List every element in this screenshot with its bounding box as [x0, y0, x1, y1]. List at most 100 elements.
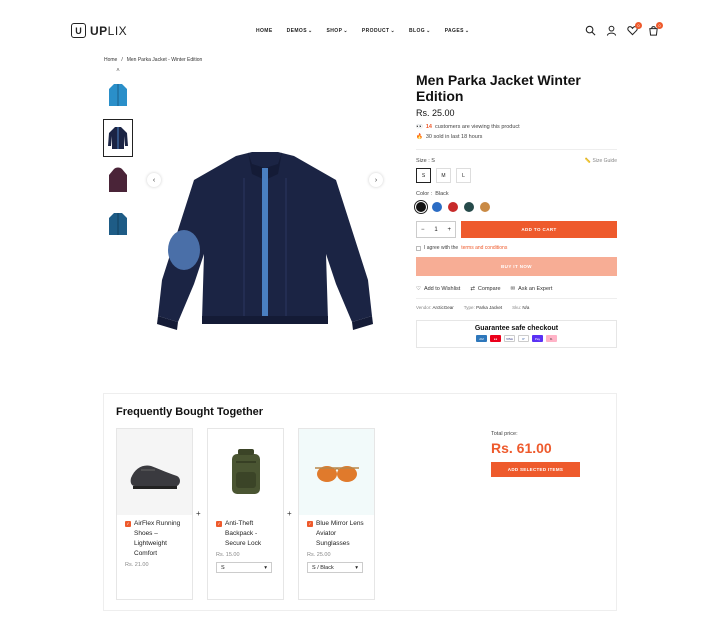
color-options — [414, 200, 617, 214]
fbt-total: Total price: Rs. 61.00 ADD SELECTED ITEM… — [491, 431, 580, 477]
logo-text: UPLIX — [90, 23, 128, 38]
chevron-down-icon: ⌄ — [343, 28, 348, 34]
fbt-item-name: Blue Mirror Lens Aviator Sunglasses — [316, 520, 364, 547]
product-actions: ♡ Add to Wishlist ⇄ Compare ✉ Ask an Expert — [416, 286, 617, 292]
vendor: Vendor: ArcticGear — [416, 305, 454, 310]
thumbnail-gallery: ˄ — [103, 68, 133, 248]
breadcrumb-home[interactable]: Home — [104, 57, 117, 63]
thumbnail-blue-jacket[interactable] — [103, 76, 133, 114]
nav-home[interactable]: HOME — [256, 28, 273, 34]
wishlist-icon[interactable]: 0 — [627, 22, 642, 36]
fire-icon: 🔥 — [416, 134, 423, 140]
logo-mark: U — [71, 23, 86, 38]
chevron-down-icon: ⌄ — [426, 28, 431, 34]
color-selected: Black — [435, 191, 449, 197]
chevron-up-icon[interactable]: ˄ — [103, 68, 133, 76]
fbt-title: Frequently Bought Together — [116, 406, 264, 418]
image-prev-button[interactable]: ‹ — [147, 173, 161, 187]
breadcrumb-current: Men Parka Jacket - Winter Edition — [126, 57, 203, 63]
plus-icon[interactable]: + — [447, 227, 451, 233]
site-header: U UPLIX HOME DEMOS ⌄ SHOP ⌄ PRODUCT ⌄ BLOG ⌄… — [0, 0, 720, 60]
fbt-item-name: Anti-Theft Backpack - Secure Lock — [225, 520, 262, 547]
quantity-value: 1 — [434, 226, 438, 233]
user-icon[interactable] — [606, 25, 617, 36]
color-swatch-red[interactable] — [448, 202, 458, 212]
image-next-button[interactable]: › — [369, 173, 383, 187]
thumbnail-teal-jacket[interactable] — [103, 205, 133, 243]
add-to-wishlist-button[interactable]: ♡ Add to Wishlist — [416, 286, 460, 292]
color-swatch-blue[interactable] — [432, 202, 442, 212]
terms-link[interactable]: terms and conditions — [461, 245, 507, 251]
color-swatch-teal[interactable] — [464, 202, 474, 212]
fbt-item-checkbox[interactable]: ✓ — [307, 521, 313, 527]
main-nav: HOME DEMOS ⌄ SHOP ⌄ PRODUCT ⌄ BLOG ⌄ PAGES ⌄ — [256, 28, 469, 34]
nav-demos[interactable]: DEMOS ⌄ — [287, 28, 313, 34]
size-guide-link[interactable]: 📏 Size Guide — [585, 158, 617, 164]
klarna-icon: K. — [546, 335, 557, 342]
fbt-item-checkbox[interactable]: ✓ — [216, 521, 222, 527]
sunglasses-image — [299, 429, 374, 515]
buy-now-button[interactable]: BUY IT NOW — [416, 257, 617, 276]
mastercard-icon: ●● — [490, 335, 501, 342]
header-icons: 0 0 — [585, 22, 663, 36]
fbt-variant-select[interactable]: S ▾ — [216, 562, 272, 573]
ask-expert-button[interactable]: ✉ Ask an Expert — [511, 286, 553, 292]
terms-checkbox[interactable] — [416, 245, 421, 251]
minus-icon[interactable]: − — [421, 227, 425, 233]
quantity-stepper[interactable]: − 1 + — [416, 221, 456, 238]
caret-down-icon: ▾ — [355, 564, 358, 571]
add-selected-items-button[interactable]: ADD SELECTED ITEMS — [491, 462, 580, 477]
guarantee-box: Guarantee safe checkout AM ●● VISA P Pay… — [416, 320, 617, 348]
logo[interactable]: U UPLIX — [71, 23, 127, 38]
paypal-icon: P — [518, 335, 529, 342]
viewing-text: customers are viewing this product — [434, 124, 520, 130]
mail-icon: ✉ — [510, 286, 516, 292]
fbt-item-sunglasses: ✓ Blue Mirror Lens Aviator Sunglasses Rs.… — [298, 428, 375, 600]
add-to-cart-button[interactable]: ADD TO CART — [461, 221, 617, 238]
nav-pages[interactable]: PAGES ⌄ — [445, 28, 470, 34]
size-selected: S — [431, 158, 435, 164]
payment-icons: AM ●● VISA P Pay K. — [417, 335, 616, 342]
breadcrumb: Home / Men Parka Jacket - Winter Edition — [104, 57, 202, 63]
thumbnail-navy-sweater[interactable] — [103, 119, 133, 157]
chevron-down-icon: ⌄ — [464, 28, 470, 34]
color-swatch-black[interactable] — [414, 200, 428, 214]
guarantee-title: Guarantee safe checkout — [474, 325, 559, 332]
fbt-item-checkbox[interactable]: ✓ — [125, 521, 131, 527]
shoes-image — [117, 429, 192, 515]
sold-notice: 🔥 30 sold in last 18 hours — [416, 134, 617, 140]
thumbnail-purple-hoodie[interactable] — [103, 162, 133, 200]
amex-icon: AM — [476, 335, 487, 342]
nav-shop[interactable]: SHOP ⌄ — [327, 28, 348, 34]
frequently-bought-together: Frequently Bought Together ✓ AirFlex Runn… — [103, 393, 617, 611]
fbt-item-backpack: ✓ Anti-Theft Backpack - Secure Lock Rs. 1… — [207, 428, 284, 600]
size-option-l[interactable]: L — [456, 168, 471, 183]
heart-icon: ♡ — [416, 286, 421, 292]
sold-text: 30 sold in last 18 hours — [425, 134, 483, 140]
ruler-icon: 📏 — [584, 158, 592, 164]
chevron-down-icon: ⌄ — [390, 28, 396, 34]
total-price: Rs. 61.00 — [491, 440, 552, 456]
compare-icon: ⇄ — [470, 286, 475, 292]
color-swatch-tan[interactable] — [480, 202, 490, 212]
nav-product[interactable]: PRODUCT ⌄ — [362, 28, 395, 34]
fbt-item-price: Rs. 25.00 — [307, 552, 331, 558]
compare-button[interactable]: ⇄ Compare — [470, 286, 500, 292]
search-icon[interactable] — [585, 25, 596, 36]
breadcrumb-separator: / — [121, 57, 123, 63]
fbt-item-price: Rs. 21.00 — [125, 562, 149, 568]
fbt-variant-select[interactable]: S / Black ▾ — [307, 562, 363, 573]
product-price: Rs. 25.00 — [416, 108, 455, 118]
eyes-icon: 👀 — [416, 124, 423, 130]
nav-blog[interactable]: BLOG ⌄ — [409, 28, 431, 34]
gpay-icon: Pay — [532, 335, 543, 342]
viewing-notice: 👀 14 customers are viewing this product — [416, 124, 617, 130]
sku: Sku: N/a — [512, 305, 530, 310]
total-label: Total price: — [491, 431, 518, 437]
chevron-down-icon: ⌄ — [307, 28, 313, 34]
type: Type: Parka Jacket — [463, 305, 503, 310]
size-option-s[interactable]: S — [416, 168, 431, 183]
size-option-m[interactable]: M — [436, 168, 451, 183]
divider — [416, 149, 617, 150]
cart-icon[interactable]: 0 — [648, 22, 663, 36]
